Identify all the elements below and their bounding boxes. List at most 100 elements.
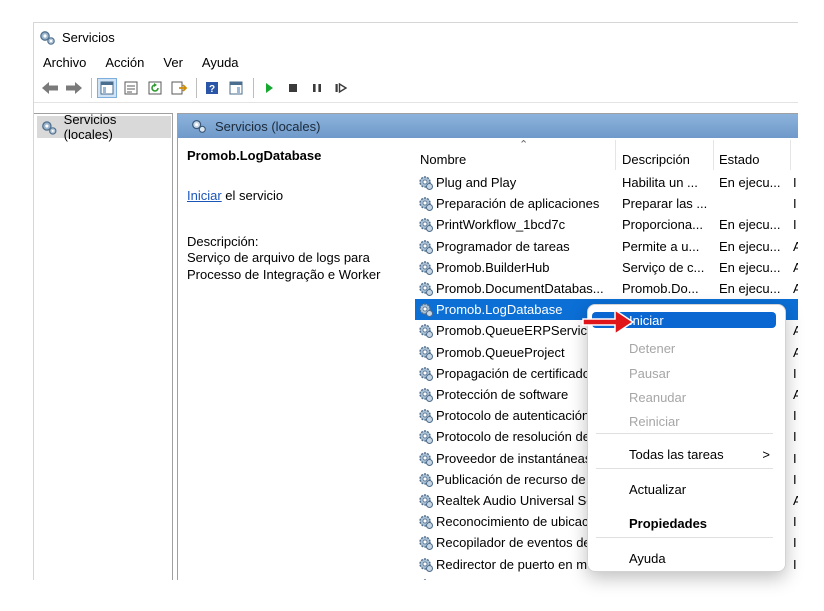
service-name: Promob.BuilderHub <box>436 259 550 275</box>
refresh-icon[interactable] <box>145 78 165 98</box>
tree-item-services-local[interactable]: Servicios (locales) <box>37 112 171 142</box>
context-menu-item-pausar[interactable]: Pausar <box>592 362 776 385</box>
red-pointer-arrow <box>582 308 635 336</box>
table-row[interactable]: Plug and Play Habilita un ... En ejecu... I <box>415 172 798 193</box>
context-menu-item-todas-las-tareas[interactable]: Todas las tareas > <box>592 443 776 466</box>
service-gear-icon <box>419 451 433 466</box>
stop-service-icon[interactable] <box>283 78 303 98</box>
service-name: Promob.LogDatabase <box>436 302 563 318</box>
start-service-link[interactable]: Iniciar <box>187 188 222 203</box>
service-name-cell: Plug and Play <box>417 174 617 191</box>
service-startup-cell: I <box>793 471 797 487</box>
service-name: Programador de tareas <box>436 238 570 254</box>
console-tree-pane: Servicios (locales) <box>34 112 173 580</box>
pane-header: Servicios (locales) <box>178 114 798 138</box>
service-name: Redirector de puerto en mo <box>436 556 595 572</box>
tree-item-label: Servicios (locales) <box>63 112 117 142</box>
selected-service-name: Promob.LogDatabase <box>187 148 322 163</box>
service-gear-icon <box>419 303 433 318</box>
toolbar: ? <box>34 74 798 103</box>
service-gear-icon <box>419 176 433 190</box>
service-name-cell: Promob.BuilderHub <box>417 259 617 276</box>
context-menu-item-propiedades[interactable]: Propiedades <box>592 512 776 535</box>
column-header-status[interactable]: Estado <box>719 152 759 170</box>
service-startup-cell: I <box>793 408 797 424</box>
table-row[interactable]: PrintWorkflow_1bcd7c Proporciona... En eje… <box>415 214 798 235</box>
service-gear-icon <box>419 239 433 254</box>
table-row[interactable]: Registro de configuración WCNCSVC <box>415 575 798 580</box>
service-name: Plug and Play <box>436 175 517 190</box>
service-name: Proveedor de instantáneas <box>436 450 592 466</box>
service-gear-icon <box>419 197 433 212</box>
service-status-cell: En ejecu... <box>719 281 781 296</box>
start-service-line: Iniciar el servicio <box>187 188 415 203</box>
service-name: Protocolo de autenticación <box>436 408 590 424</box>
column-header-description[interactable]: Descripción <box>622 152 690 170</box>
show-hide-icon[interactable] <box>226 78 246 98</box>
start-service-suffix: el servicio <box>221 188 284 203</box>
column-divider[interactable] <box>790 140 791 170</box>
menu-accion[interactable]: Acción <box>95 55 153 70</box>
properties-icon[interactable] <box>121 78 141 98</box>
service-description-cell: Serviço de c... <box>622 259 705 275</box>
service-startup-cell: I <box>793 450 797 466</box>
column-divider[interactable] <box>713 140 714 170</box>
forward-arrow-icon[interactable] <box>64 78 84 98</box>
column-header-name[interactable]: Nombre <box>420 152 466 170</box>
export-list-icon[interactable] <box>169 78 189 98</box>
service-description-cell: Proporciona... <box>622 217 703 233</box>
context-menu-item-actualizar[interactable]: Actualizar <box>592 478 776 501</box>
pause-service-icon[interactable] <box>307 78 327 98</box>
console-tree-icon[interactable] <box>97 78 117 98</box>
service-startup-cell: I <box>793 196 797 212</box>
service-description-cell: Preparar las ... <box>622 196 708 212</box>
context-menu-label: Propiedades <box>629 516 708 531</box>
table-row[interactable]: Preparación de aplicaciones Preparar las … <box>415 193 798 214</box>
help-icon[interactable]: ? <box>202 78 222 98</box>
toolbar-separator <box>91 78 92 98</box>
context-menu-label: Ayuda <box>629 551 666 566</box>
column-divider[interactable] <box>615 140 616 170</box>
service-name: Protocolo de resolución de <box>436 429 590 445</box>
menu-ayuda[interactable]: Ayuda <box>192 55 248 70</box>
context-menu-separator <box>596 468 773 469</box>
service-status-cell: En ejecu... <box>719 217 781 233</box>
context-menu-item-ayuda[interactable]: Ayuda <box>592 547 776 570</box>
context-menu-label: Actualizar <box>629 482 687 497</box>
pane-header-title: Servicios (locales) <box>215 118 321 134</box>
table-row[interactable]: Programador de tareas Permite a u... En ej… <box>415 236 798 257</box>
service-name-cell: PrintWorkflow_1bcd7c <box>417 216 617 233</box>
menu-ver[interactable]: Ver <box>153 55 192 70</box>
service-gear-icon <box>419 261 433 275</box>
service-name: PrintWorkflow_1bcd7c <box>436 217 566 233</box>
context-menu-item-reanudar[interactable]: Reanudar <box>592 386 776 409</box>
context-menu-item-detener[interactable]: Detener <box>592 337 776 360</box>
service-gear-icon <box>419 218 433 233</box>
screenshot-stage: Servicios Archivo Acción Ver Ayuda ? Ser… <box>0 0 824 611</box>
service-description-cell: WCNCSVC <box>622 578 714 580</box>
context-menu-item-reiniciar[interactable]: Reiniciar <box>592 410 776 433</box>
service-startup-cell: A <box>793 239 798 254</box>
service-gear-icon <box>419 367 433 381</box>
service-name-cell: Programador de tareas <box>417 238 617 255</box>
service-name: Reconocimiento de ubicación <box>436 514 606 530</box>
back-arrow-icon[interactable] <box>40 78 60 98</box>
title-bar: Servicios <box>34 23 798 51</box>
restart-service-icon[interactable] <box>331 78 351 98</box>
toolbar-separator <box>196 78 197 98</box>
start-service-icon[interactable] <box>259 78 279 98</box>
menu-archivo[interactable]: Archivo <box>34 55 95 70</box>
table-row[interactable]: Promob.DocumentDatabas... Promob.Do... En … <box>415 278 798 299</box>
service-name: Promob.QueueProject <box>436 344 565 360</box>
service-gear-icon <box>421 579 429 580</box>
service-name: Preparación de aplicaciones <box>436 196 600 212</box>
service-name: Publicación de recurso de <box>436 471 586 487</box>
service-name-cell: Promob.DocumentDatabas... <box>417 280 617 297</box>
service-gear-icon <box>419 282 433 296</box>
context-menu-label: Todas las tareas <box>629 447 724 462</box>
service-startup-cell: I <box>793 175 797 190</box>
service-startup-cell: A <box>793 260 798 275</box>
service-status-cell: En ejecu... <box>719 175 781 190</box>
service-name: Realtek Audio Universal Se <box>436 493 594 508</box>
table-row[interactable]: Promob.BuilderHub Serviço de c... En ejecu… <box>415 257 798 278</box>
